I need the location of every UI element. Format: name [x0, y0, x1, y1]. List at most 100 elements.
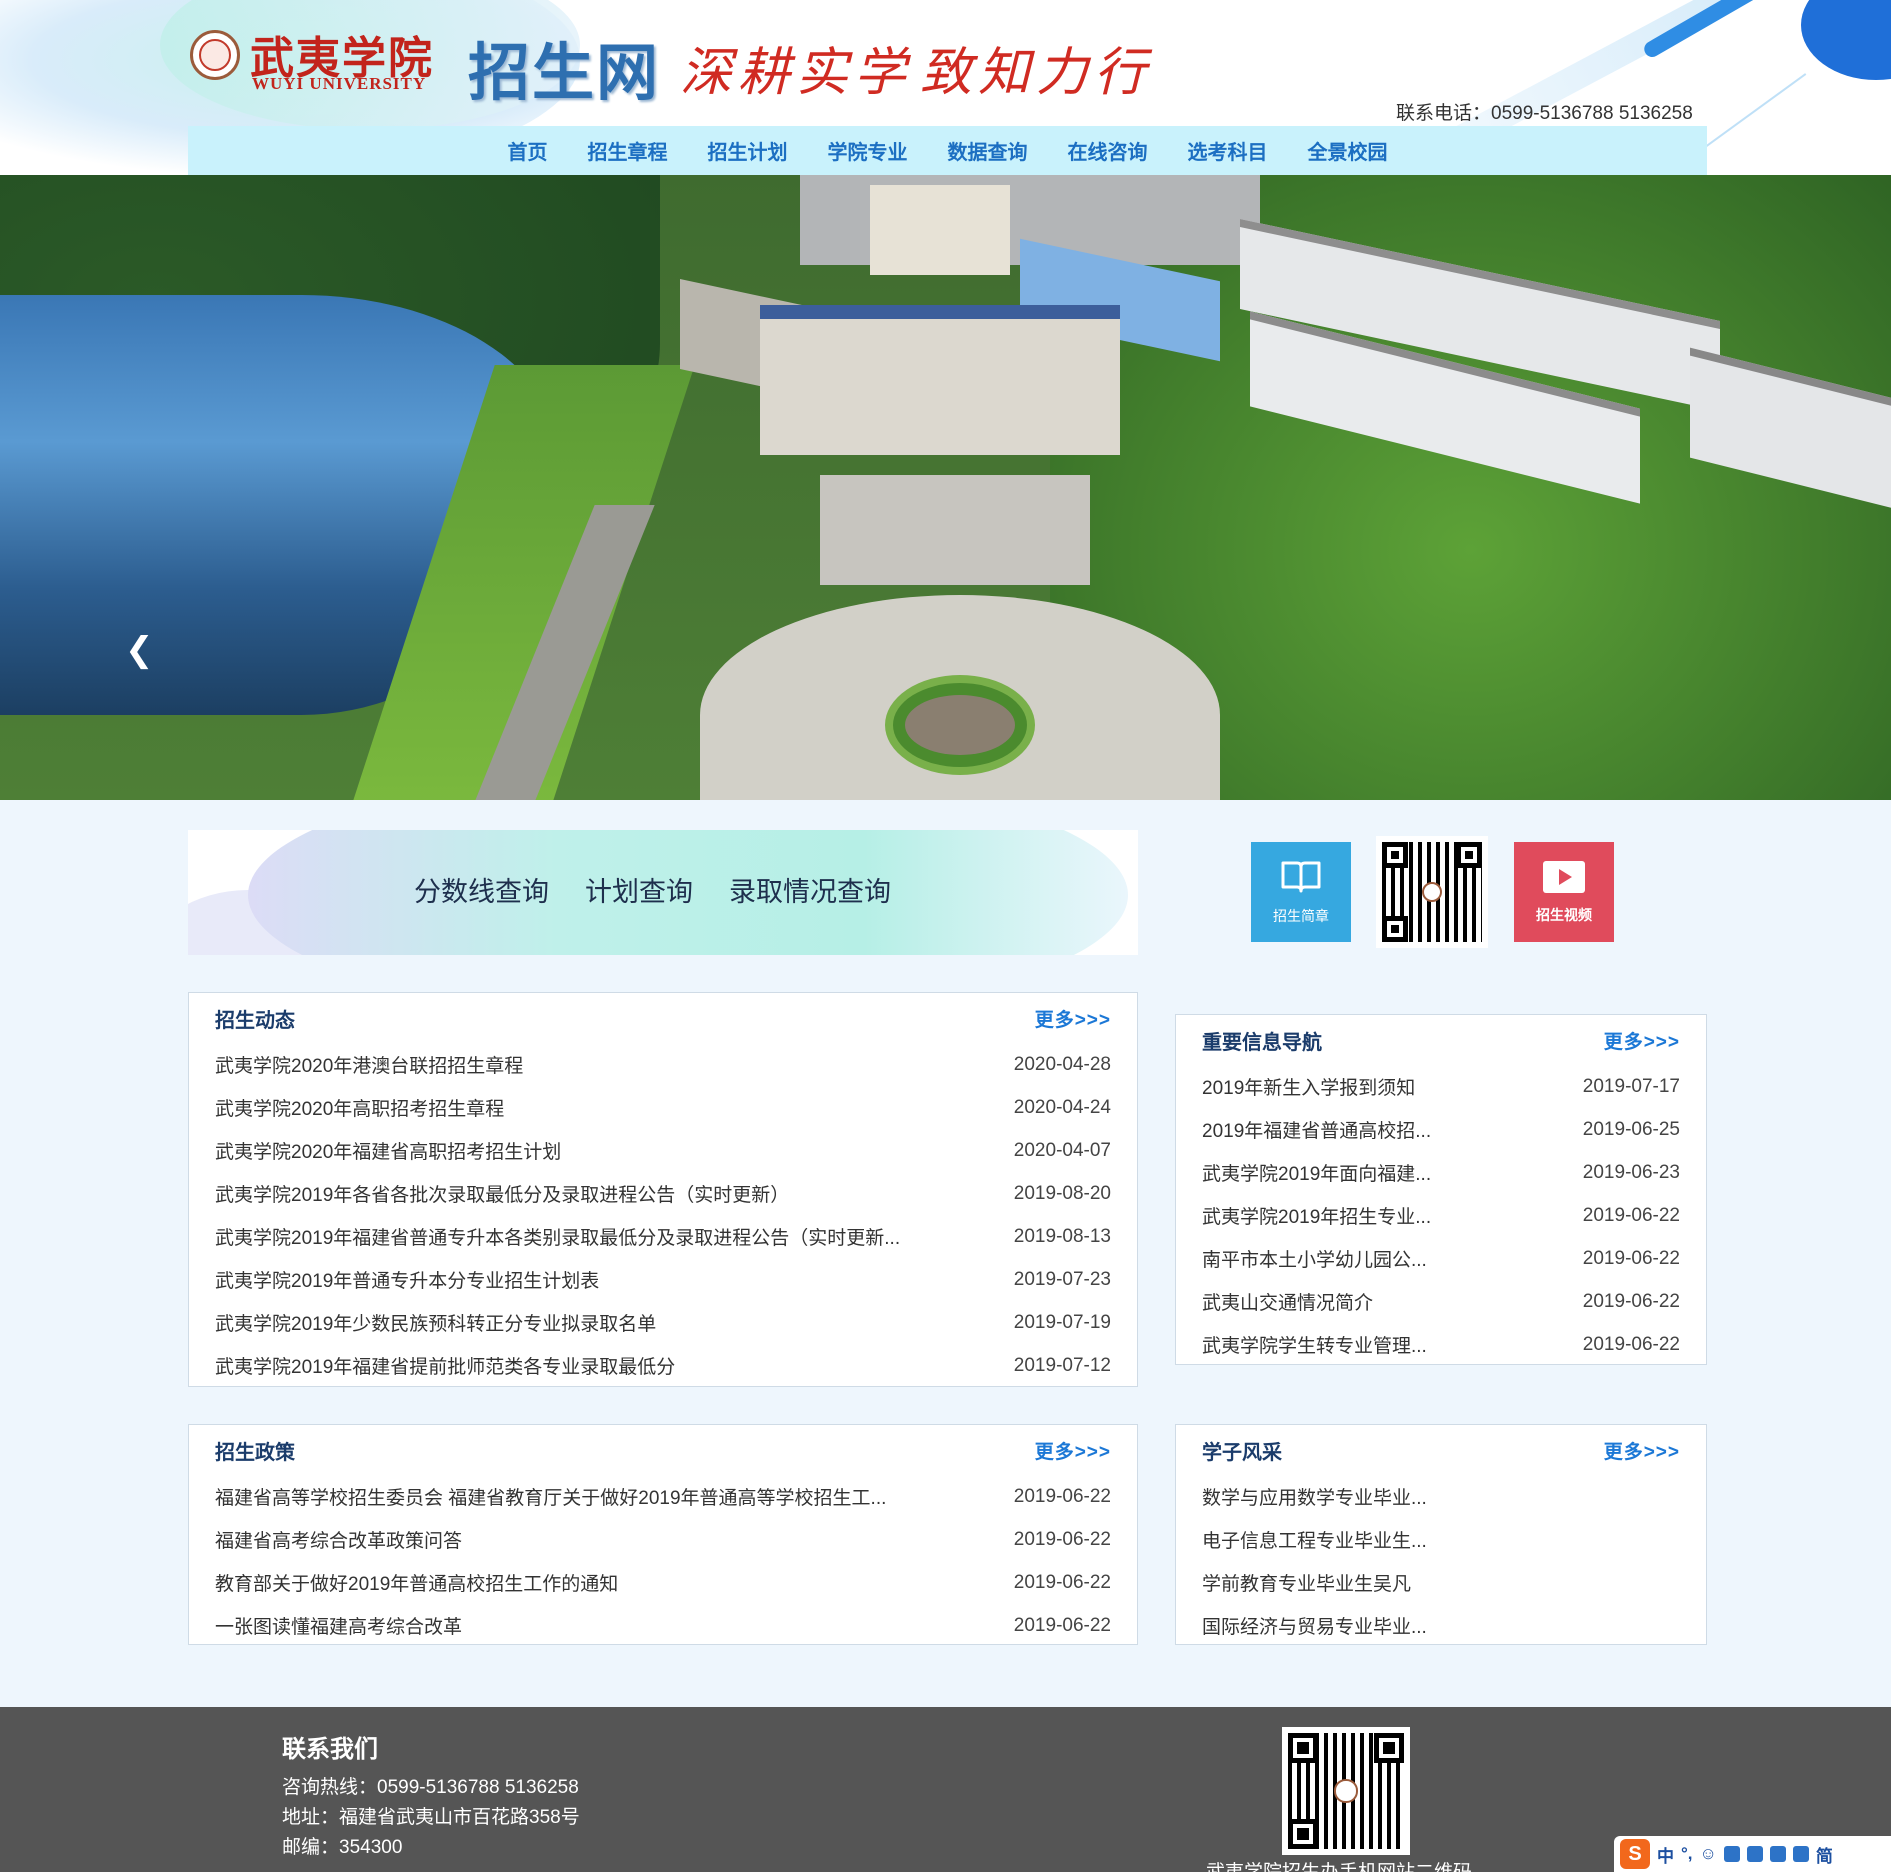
list-item[interactable]: 武夷学院2019年普通专升本分专业招生计划表 2019-07-23 — [215, 1258, 1111, 1301]
more-link[interactable]: 更多>>> — [1035, 1005, 1111, 1032]
list-item-date: 2020-04-07 — [1013, 1139, 1111, 1161]
list-item[interactable]: 武夷学院2019年招生专业... 2019-06-22 — [1202, 1194, 1680, 1237]
query-box: 分数线查询 计划查询 录取情况查询 — [188, 830, 1138, 955]
site-footer: 联系我们 咨询热线：0599-5136788 5136258 地址：福建省武夷山… — [0, 1707, 1891, 1872]
list-item-date: 2019-06-23 — [1582, 1161, 1680, 1183]
list-item[interactable]: 武夷学院2020年高职招考招生章程 2020-04-24 — [215, 1086, 1111, 1129]
list-item-title[interactable]: 武夷学院2019年招生专业... — [1202, 1202, 1431, 1229]
list-item[interactable]: 学前教育专业毕业生吴凡 — [1202, 1561, 1680, 1604]
list-item-date: 2019-07-19 — [1013, 1311, 1111, 1333]
list-item-title[interactable]: 学前教育专业毕业生吴凡 — [1202, 1569, 1411, 1596]
list-item[interactable]: 武夷学院2019年各省各批次录取最低分及录取进程公告（实时更新） 2019-08-… — [215, 1172, 1111, 1215]
list-item-title[interactable]: 武夷学院2019年各省各批次录取最低分及录取进程公告（实时更新） — [215, 1180, 789, 1207]
list-item-title[interactable]: 武夷学院2019年少数民族预科转正分专业拟录取名单 — [215, 1309, 656, 1336]
list-item[interactable]: 武夷学院2019年少数民族预科转正分专业拟录取名单 2019-07-19 — [215, 1301, 1111, 1344]
nav-item-majors[interactable]: 学院专业 — [828, 136, 908, 165]
brochure-button[interactable]: 招生简章 — [1251, 842, 1351, 942]
list-item-title[interactable]: 南平市本土小学幼儿园公... — [1202, 1245, 1427, 1272]
list-item-title[interactable]: 一张图读懂福建高考综合改革 — [215, 1612, 462, 1639]
students-list: 数学与应用数学专业毕业... 电子信息工程专业毕业生... 学前教育专业毕业生吴凡国… — [1176, 1475, 1706, 1647]
nav-item-panorama[interactable]: 全景校园 — [1308, 136, 1388, 165]
list-item-date: 2019-07-23 — [1013, 1268, 1111, 1290]
list-item[interactable]: 武夷山交通情况简介 2019-06-22 — [1202, 1280, 1680, 1323]
list-item[interactable]: 南平市本土小学幼儿园公... 2019-06-22 — [1202, 1237, 1680, 1280]
university-name-en[interactable]: WUYI UNIVERSITY — [252, 74, 426, 94]
plan-query-link[interactable]: 计划查询 — [585, 870, 693, 909]
list-item-date: 2019-07-12 — [1013, 1354, 1111, 1376]
list-item[interactable]: 福建省高考综合改革政策问答 2019-06-22 — [215, 1518, 1111, 1561]
list-item[interactable]: 福建省高等学校招生委员会 福建省教育厅关于做好2019年普通高等学校招生工...… — [215, 1475, 1111, 1518]
list-item[interactable]: 2019年福建省普通高校招... 2019-06-25 — [1202, 1108, 1680, 1151]
more-link[interactable]: 更多>>> — [1604, 1027, 1680, 1054]
panel-title: 招生动态 — [215, 1009, 295, 1032]
student-showcase-panel: 学子风采 更多>>> 数学与应用数学专业毕业... 电子信息工程专业毕业生... 学… — [1175, 1424, 1707, 1645]
chevron-left-icon[interactable]: ❮ — [125, 633, 154, 667]
user-icon[interactable] — [1769, 1846, 1786, 1862]
motto-part-2: 致知力行 — [920, 43, 1153, 103]
list-item-title[interactable]: 2019年福建省普通高校招... — [1202, 1116, 1431, 1143]
qr-caption: 武夷学院招生办手机网站二维码 — [1206, 1857, 1472, 1872]
list-item[interactable]: 武夷学院学生转专业管理... 2019-06-22 — [1202, 1323, 1680, 1366]
nav-item-admission-rules[interactable]: 招生章程 — [588, 136, 668, 165]
list-item-date: 2019-06-22 — [1013, 1571, 1111, 1593]
header-decoration — [1801, 0, 1891, 80]
score-line-query-link[interactable]: 分数线查询 — [414, 870, 549, 909]
hero-banner-campus-photo[interactable]: ❮ — [0, 175, 1891, 800]
nav-item-online-consult[interactable]: 在线咨询 — [1068, 136, 1148, 165]
sogou-ime-icon[interactable]: S — [1620, 1839, 1650, 1869]
nav-item-home[interactable]: 首页 — [508, 136, 548, 165]
ime-mode-chinese[interactable]: 中 — [1657, 1842, 1674, 1867]
list-item-title[interactable]: 教育部关于做好2019年普通高校招生工作的通知 — [215, 1569, 618, 1596]
university-seal-logo[interactable] — [190, 30, 240, 80]
skin-icon[interactable] — [1792, 1846, 1809, 1862]
list-item[interactable]: 电子信息工程专业毕业生... — [1202, 1518, 1680, 1561]
list-item-title[interactable]: 数学与应用数学专业毕业... — [1202, 1483, 1427, 1510]
ime-toolbar[interactable]: S 中 °, ☺ 简 — [1614, 1836, 1891, 1872]
microphone-icon[interactable] — [1723, 1846, 1740, 1862]
ime-punctuation[interactable]: °, — [1681, 1844, 1693, 1864]
admission-status-query-link[interactable]: 录取情况查询 — [729, 870, 891, 909]
list-item-title[interactable]: 武夷学院2020年港澳台联招招生章程 — [215, 1051, 523, 1078]
panel-title: 招生政策 — [215, 1441, 295, 1464]
list-item-title[interactable]: 武夷山交通情况简介 — [1202, 1288, 1373, 1315]
list-item[interactable]: 2019年新生入学报到须知 2019-07-17 — [1202, 1065, 1680, 1108]
list-item-date: 2019-06-22 — [1013, 1528, 1111, 1550]
emoji-icon[interactable]: ☺ — [1700, 1844, 1717, 1864]
nav-item-subjects[interactable]: 选考科目 — [1188, 136, 1268, 165]
list-item-title[interactable]: 国际经济与贸易专业毕业... — [1202, 1612, 1427, 1639]
list-item[interactable]: 武夷学院2019年福建省提前批师范类各专业录取最低分 2019-07-12 — [215, 1344, 1111, 1387]
contact-phone: 联系电话：0599-5136788 5136258 — [1396, 103, 1693, 124]
list-item-title[interactable]: 2019年新生入学报到须知 — [1202, 1073, 1415, 1100]
list-item-title[interactable]: 福建省高考综合改革政策问答 — [215, 1526, 462, 1553]
nav-item-admission-plan[interactable]: 招生计划 — [708, 136, 788, 165]
list-item[interactable]: 数学与应用数学专业毕业... — [1202, 1475, 1680, 1518]
list-item[interactable]: 国际经济与贸易专业毕业... — [1202, 1604, 1680, 1647]
list-item-title[interactable]: 武夷学院2019年普通专升本分专业招生计划表 — [215, 1266, 599, 1293]
more-link[interactable]: 更多>>> — [1035, 1437, 1111, 1464]
list-item-title[interactable]: 武夷学院2019年面向福建... — [1202, 1159, 1431, 1186]
list-item[interactable]: 一张图读懂福建高考综合改革 2019-06-22 — [215, 1604, 1111, 1647]
ime-simplified[interactable]: 简 — [1816, 1842, 1833, 1867]
list-item[interactable]: 教育部关于做好2019年普通高校招生工作的通知 2019-06-22 — [215, 1561, 1111, 1604]
list-item-title[interactable]: 武夷学院2020年福建省高职招考招生计划 — [215, 1137, 561, 1164]
list-item-title[interactable]: 武夷学院2019年福建省普通专升本各类别录取最低分及录取进程公告（实时更新... — [215, 1223, 900, 1250]
list-item-date: 2019-06-22 — [1582, 1247, 1680, 1269]
list-item[interactable]: 武夷学院2019年面向福建... 2019-06-23 — [1202, 1151, 1680, 1194]
list-item-date: 2019-06-22 — [1582, 1204, 1680, 1226]
admission-video-button[interactable]: 招生视频 — [1514, 842, 1614, 942]
list-item-title[interactable]: 武夷学院2019年福建省提前批师范类各专业录取最低分 — [215, 1352, 675, 1379]
list-item-title[interactable]: 武夷学院2020年高职招考招生章程 — [215, 1094, 504, 1121]
list-item[interactable]: 武夷学院2020年港澳台联招招生章程 2020-04-28 — [215, 1043, 1111, 1086]
more-link[interactable]: 更多>>> — [1604, 1437, 1680, 1464]
main-nav: 首页 招生章程 招生计划 学院专业 数据查询 在线咨询 选考科目 全景校园 — [188, 126, 1707, 175]
list-item[interactable]: 武夷学院2020年福建省高职招考招生计划 2020-04-07 — [215, 1129, 1111, 1172]
nav-item-data-query[interactable]: 数据查询 — [948, 136, 1028, 165]
list-item-title[interactable]: 电子信息工程专业毕业生... — [1202, 1526, 1427, 1553]
site-header: 武夷学院 WUYI UNIVERSITY 招生网 深耕实学 致知力行 联系电话：… — [0, 0, 1891, 175]
list-item-title[interactable]: 武夷学院学生转专业管理... — [1202, 1331, 1427, 1358]
list-item[interactable]: 武夷学院2019年福建省普通专升本各类别录取最低分及录取进程公告（实时更新...… — [215, 1215, 1111, 1258]
admission-news-panel: 招生动态 更多>>> 武夷学院2020年港澳台联招招生章程 2020-04-28 武… — [188, 992, 1138, 1387]
brochure-label: 招生简章 — [1273, 907, 1329, 924]
keyboard-icon[interactable] — [1746, 1846, 1763, 1862]
list-item-title[interactable]: 福建省高等学校招生委员会 福建省教育厅关于做好2019年普通高等学校招生工... — [215, 1483, 886, 1510]
